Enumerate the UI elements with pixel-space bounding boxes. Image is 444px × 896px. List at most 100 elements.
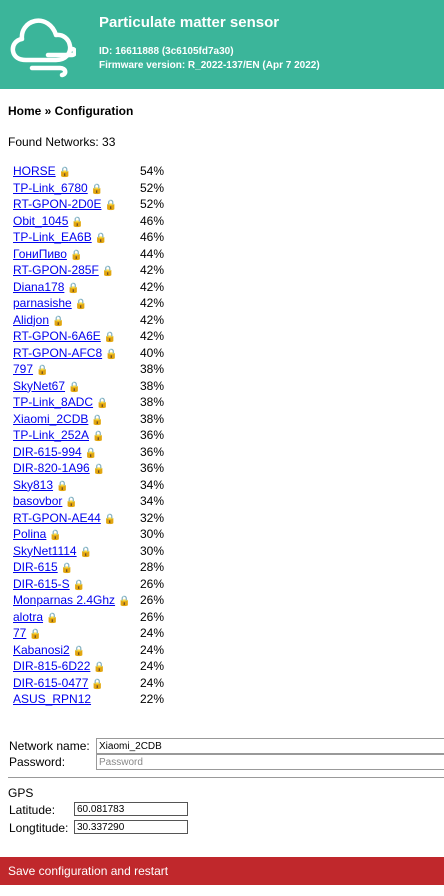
lock-icon: 🔒 — [118, 596, 131, 607]
page-header: Particulate matter sensor ID: 16611888 (… — [0, 0, 444, 89]
lock-icon: 🔒 — [74, 299, 88, 310]
network-ssid-link[interactable]: SkyNet1114 — [13, 544, 77, 558]
network-list: HORSE 🔒 54% TP-Link_6780 🔒 52% RT-GPON-2D0E 🔒 52… — [13, 163, 213, 708]
signal-strength: 38% — [140, 362, 165, 376]
network-ssid-link[interactable]: Monparnas 2.4Ghz — [13, 593, 115, 607]
longitude-input[interactable] — [74, 820, 188, 834]
network-ssid-link[interactable]: TP-Link_6780 — [13, 181, 88, 195]
network-ssid-link[interactable]: SkyNet67 — [13, 379, 65, 393]
network-row: RT-GPON-AFC8 🔒 40% — [13, 345, 213, 362]
network-row: SkyNet67 🔒 38% — [13, 378, 213, 395]
wifi-form: Network name: Password: — [9, 738, 444, 772]
signal-strength: 38% — [140, 395, 165, 409]
lock-icon: 🔒 — [72, 579, 86, 591]
latitude-input[interactable] — [74, 802, 188, 816]
network-ssid-link[interactable]: Obit_1045 — [13, 214, 68, 228]
network-row: DIR-615-0477 🔒 24% — [13, 675, 213, 692]
network-ssid-link[interactable]: alotra — [13, 610, 43, 624]
network-ssid-link[interactable]: RT-GPON-6A6E — [13, 329, 101, 343]
lock-icon: 🔒 — [65, 497, 78, 508]
signal-strength: 26% — [140, 593, 165, 607]
network-row: Diana178 🔒 42% — [13, 279, 213, 296]
signal-strength: 24% — [140, 659, 165, 673]
signal-strength: 34% — [140, 494, 165, 508]
network-row: Alidjon 🔒 42% — [13, 312, 213, 329]
lock-icon: 🔒 — [90, 183, 104, 195]
network-row: DIR-615-S 🔒 26% — [13, 576, 213, 593]
signal-strength: 42% — [140, 279, 165, 294]
lock-icon: 🔒 — [104, 200, 117, 211]
signal-strength: 24% — [140, 626, 165, 640]
network-ssid-link[interactable]: HORSE — [13, 164, 56, 178]
divider — [8, 777, 444, 778]
network-ssid-link[interactable]: Diana178 — [13, 280, 64, 294]
found-networks-count: Found Networks: 33 — [8, 135, 116, 149]
network-ssid-link[interactable]: TP-Link_8ADC — [13, 395, 93, 409]
network-ssid-link[interactable]: ГониПиво — [13, 247, 67, 261]
signal-strength: 42% — [140, 263, 165, 277]
network-ssid-link[interactable]: TP-Link_EA6B — [13, 230, 92, 244]
network-ssid-link[interactable]: DIR-815-6D22 — [13, 659, 90, 673]
signal-strength: 52% — [140, 197, 165, 211]
network-ssid-link[interactable]: Sky813 — [13, 478, 53, 492]
password-row: Password: — [9, 754, 444, 772]
network-ssid-link[interactable]: ASUS_RPN12 — [13, 692, 91, 706]
network-row: RT-GPON-AE44 🔒 32% — [13, 510, 213, 527]
lock-icon: 🔒 — [52, 315, 65, 327]
network-row: RT-GPON-2D0E 🔒 52% — [13, 196, 213, 213]
lock-icon: 🔒 — [56, 480, 69, 492]
save-configuration-button[interactable]: Save configuration and restart — [0, 857, 444, 885]
network-ssid-link[interactable]: RT-GPON-285F — [13, 263, 99, 277]
network-row: basovbor 🔒 34% — [13, 493, 213, 510]
signal-strength: 46% — [140, 213, 165, 228]
lock-icon: 🔒 — [29, 629, 42, 640]
lock-icon: 🔒 — [101, 266, 115, 277]
signal-strength: 40% — [140, 345, 165, 360]
lock-icon: 🔒 — [67, 282, 80, 294]
network-row: parnasishe 🔒 42% — [13, 295, 213, 312]
signal-strength: 36% — [140, 444, 165, 459]
network-ssid-link[interactable]: RT-GPON-AE44 — [13, 511, 101, 525]
lock-icon: 🔒 — [93, 662, 106, 673]
network-ssid-link[interactable]: Alidjon — [13, 313, 49, 327]
signal-strength: 24% — [140, 675, 165, 690]
network-name-input[interactable] — [96, 738, 444, 754]
lock-icon: 🔒 — [60, 563, 74, 574]
network-ssid-link[interactable]: DIR-820-1A96 — [13, 461, 90, 475]
firmware-version: Firmware version: R_2022-137/EN (Apr 7 2… — [99, 60, 320, 71]
signal-strength: 38% — [140, 411, 165, 426]
lock-icon: 🔒 — [92, 431, 105, 442]
lock-icon: 🔒 — [79, 546, 93, 558]
network-ssid-link[interactable]: 77 — [13, 626, 26, 640]
network-ssid-link[interactable]: Xiaomi_2CDB — [13, 412, 88, 426]
signal-strength: 42% — [140, 329, 165, 343]
network-name-label: Network name: — [9, 739, 90, 753]
device-title: Particulate matter sensor — [99, 14, 280, 31]
breadcrumb: Home » Configuration — [8, 104, 134, 118]
network-ssid-link[interactable]: DIR-615-0477 — [13, 676, 88, 690]
network-ssid-link[interactable]: basovbor — [13, 494, 62, 508]
lock-icon: 🔒 — [91, 414, 104, 426]
lock-icon: 🔒 — [105, 348, 118, 360]
network-ssid-link[interactable]: DIR-615 — [13, 560, 58, 574]
network-ssid-link[interactable]: DIR-615-994 — [13, 445, 82, 459]
network-ssid-link[interactable]: 797 — [13, 362, 33, 376]
signal-strength: 30% — [140, 543, 165, 558]
network-row: TP-Link_6780 🔒 52% — [13, 180, 213, 197]
network-row: Polina 🔒 30% — [13, 526, 213, 543]
network-ssid-link[interactable]: Kabanosi2 — [13, 643, 70, 657]
network-row: DIR-615 🔒 28% — [13, 559, 213, 576]
network-row: RT-GPON-6A6E 🔒 42% — [13, 328, 213, 345]
network-ssid-link[interactable]: RT-GPON-2D0E — [13, 197, 101, 211]
network-ssid-link[interactable]: DIR-615-S — [13, 577, 70, 591]
network-ssid-link[interactable]: parnasishe — [13, 296, 72, 310]
network-ssid-link[interactable]: TP-Link_252A — [13, 428, 89, 442]
network-ssid-link[interactable]: RT-GPON-AFC8 — [13, 346, 102, 360]
signal-strength: 22% — [140, 692, 165, 706]
network-ssid-link[interactable]: Polina — [13, 527, 46, 541]
network-row: SkyNet1114 🔒 30% — [13, 543, 213, 560]
network-row: TP-Link_252A 🔒 36% — [13, 427, 213, 444]
network-row: Obit_1045 🔒 46% — [13, 213, 213, 230]
password-input[interactable] — [96, 754, 444, 770]
signal-strength: 32% — [140, 510, 165, 525]
